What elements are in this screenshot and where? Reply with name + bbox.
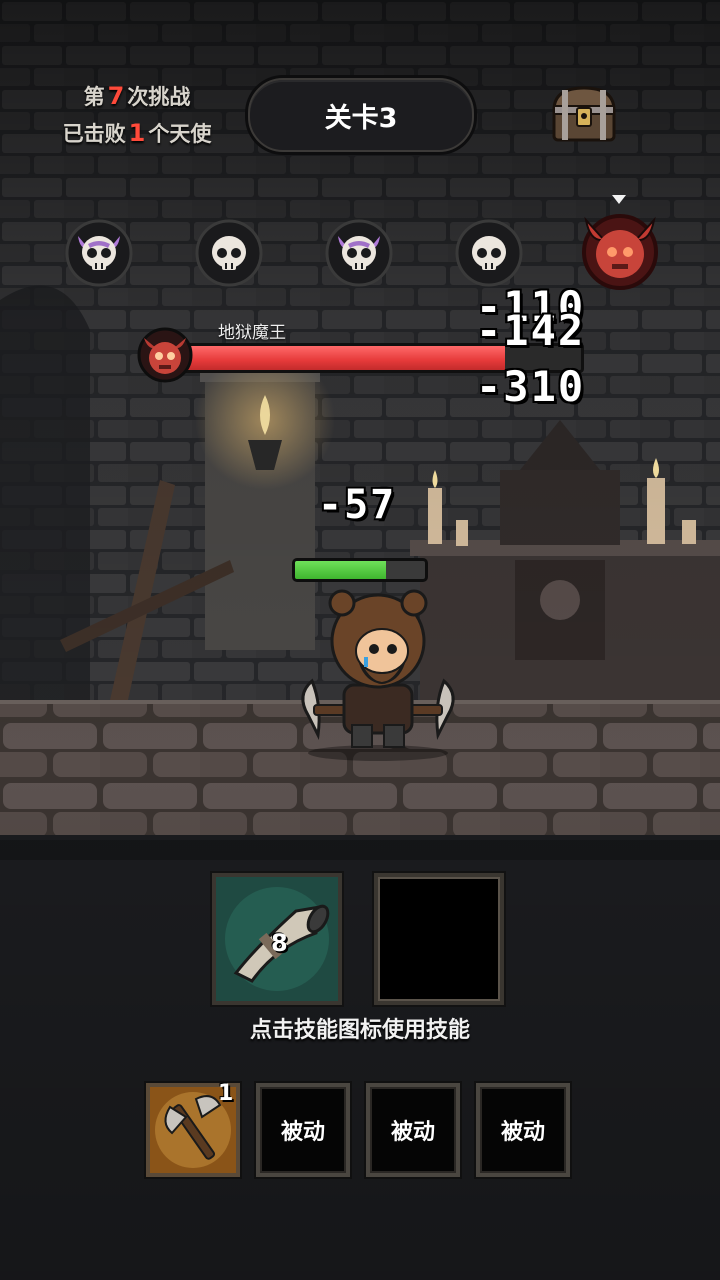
bear-warrior-hero (278, 585, 478, 765)
skull-icon (454, 218, 524, 288)
damage-number: -310 (476, 362, 586, 411)
skill-hint-text: 点击技能图标使用技能 (249, 1018, 470, 1043)
purple-horned-skull-icon (64, 218, 134, 288)
hero-health-bar (292, 558, 428, 582)
passive-slot[interactable]: 被动 (476, 1083, 570, 1177)
red-demon-boss-icon (578, 208, 662, 292)
active-skill-slot[interactable]: 8 (212, 873, 342, 1005)
damage-number: -57 (318, 482, 397, 528)
treasure-chest-icon[interactable] (548, 82, 620, 144)
level-label: 关卡3 (248, 78, 474, 152)
defeated-count-line: 已击败 1 个天使 (62, 119, 212, 147)
damage-number: -142 (476, 306, 586, 355)
current-wave-marker (612, 195, 626, 204)
boss-name: 地狱魔王 (218, 323, 286, 343)
skill-charge-count: 8 (271, 929, 288, 957)
challenge-info: 第 7 次挑战 已击败 1 个天使 (52, 78, 222, 152)
boss-health-fill (183, 346, 506, 370)
passive-level: 1 (218, 1081, 234, 1106)
passive-slot[interactable]: 被动 (366, 1083, 460, 1177)
red-demon-boss-icon (134, 322, 196, 384)
hero-health-fill (295, 561, 386, 579)
skull-icon (194, 218, 264, 288)
purple-horned-skull-icon (324, 218, 394, 288)
passive-slot[interactable]: 被动 (256, 1083, 350, 1177)
empty-skill-slot[interactable] (374, 873, 504, 1005)
challenge-count-line: 第 7 次挑战 (83, 82, 191, 110)
passive-slot-axe[interactable]: 1 (146, 1081, 240, 1177)
